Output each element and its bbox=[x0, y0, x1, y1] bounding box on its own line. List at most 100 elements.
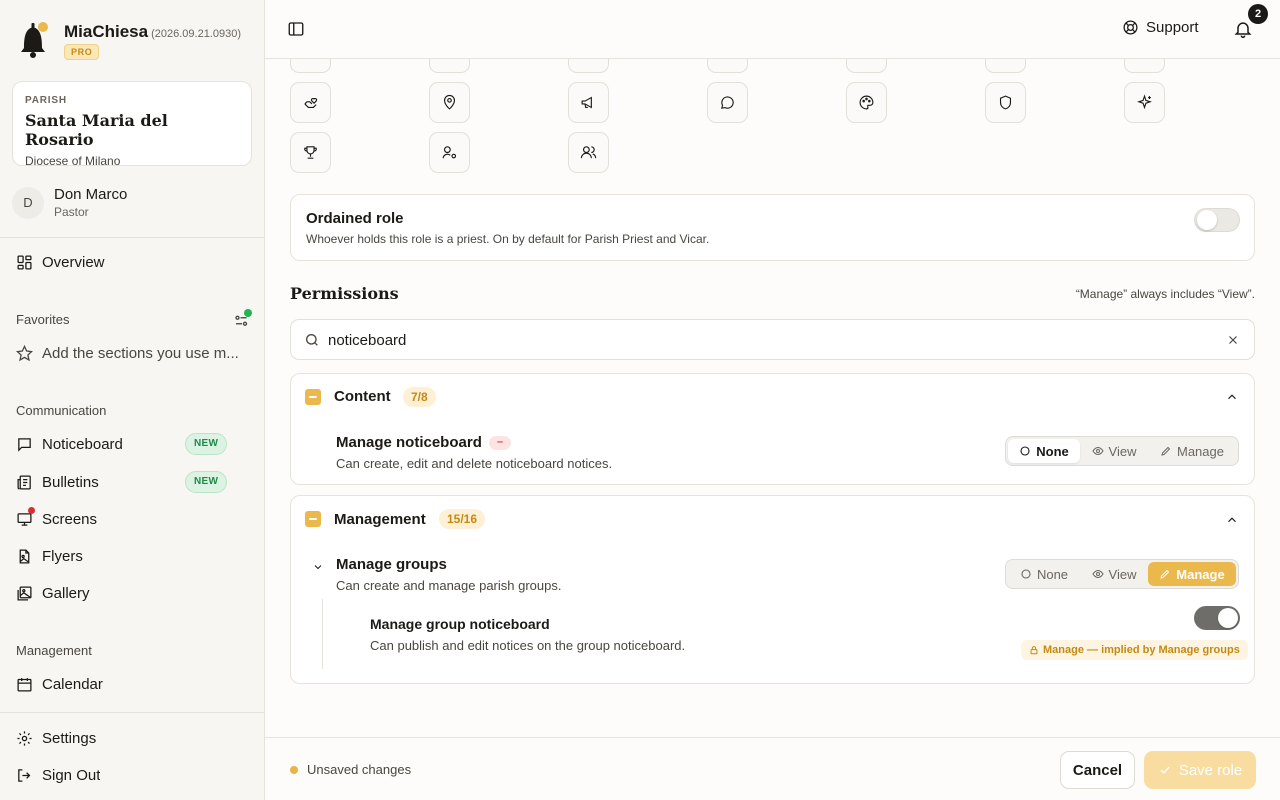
sub-permission-description: Can publish and edit notices on the grou… bbox=[370, 638, 686, 653]
icon-option-message-circle[interactable] bbox=[707, 82, 748, 123]
ordained-role-toggle[interactable] bbox=[1194, 208, 1240, 232]
icon-option[interactable] bbox=[707, 59, 748, 73]
map-pin-icon bbox=[443, 94, 456, 110]
icon-option[interactable] bbox=[429, 59, 470, 73]
toggle-knob bbox=[1197, 210, 1217, 230]
icon-option[interactable] bbox=[290, 59, 331, 73]
group-count: 7/8 bbox=[403, 387, 436, 407]
lock-icon bbox=[1030, 646, 1038, 655]
sidebar-item-flyers[interactable]: Flyers bbox=[16, 542, 248, 570]
level-none-button[interactable]: None bbox=[1008, 439, 1080, 463]
level-view-button[interactable]: View bbox=[1080, 439, 1148, 463]
permission-group-management: Management 15/16 Manage groups Can creat… bbox=[290, 495, 1255, 684]
save-role-button[interactable]: Save role bbox=[1144, 751, 1256, 789]
sidebar-item-settings[interactable]: Settings bbox=[16, 724, 248, 752]
level-none-button[interactable]: None bbox=[1008, 562, 1080, 586]
group-title: Management bbox=[334, 511, 426, 528]
icon-option-trophy[interactable] bbox=[290, 132, 331, 173]
user-name: Don Marco bbox=[54, 186, 128, 203]
icon-option-hand-heart[interactable] bbox=[290, 82, 331, 123]
level-manage-button[interactable]: Manage bbox=[1148, 439, 1236, 463]
parish-name: Santa Maria del Rosario bbox=[25, 111, 168, 149]
ordained-role-description: Whoever holds this role is a priest. On … bbox=[306, 232, 710, 246]
cancel-button[interactable]: Cancel bbox=[1060, 751, 1135, 789]
permission-description: Can create and manage parish groups. bbox=[336, 578, 562, 593]
parish-card[interactable]: PARISH Santa Maria del Rosario Diocese o… bbox=[12, 81, 252, 168]
level-view-button[interactable]: View bbox=[1080, 562, 1148, 586]
communication-heading: Communication bbox=[16, 403, 107, 418]
megaphone-icon bbox=[581, 96, 592, 109]
search-input[interactable] bbox=[328, 328, 1208, 352]
change-badge: – bbox=[489, 436, 511, 450]
sidebar-item-label: Calendar bbox=[42, 675, 103, 693]
pencil-icon bbox=[1161, 446, 1171, 456]
icon-option[interactable] bbox=[985, 59, 1026, 73]
icon-option-map-pin[interactable] bbox=[429, 82, 470, 123]
sidebar-item-screens[interactable]: Screens bbox=[16, 505, 248, 533]
eye-icon bbox=[1091, 446, 1104, 456]
user-role: Pastor bbox=[54, 205, 89, 219]
permission-group-content: Content 7/8 Manage noticeboard – Can cre… bbox=[290, 373, 1255, 485]
status-dot bbox=[244, 309, 252, 317]
level-manage-button[interactable]: Manage bbox=[1148, 562, 1236, 586]
icon-option-palette[interactable] bbox=[846, 82, 887, 123]
icon-option-megaphone[interactable] bbox=[568, 82, 609, 123]
sidebar-item-overview[interactable]: Overview bbox=[16, 248, 248, 276]
icon-option-sparkles[interactable] bbox=[1124, 82, 1165, 123]
sidebar-item-gallery[interactable]: Gallery bbox=[16, 579, 248, 607]
sidebar: MiaChiesa (2026.09.21.0930) PRO PARISH Sa… bbox=[0, 0, 265, 800]
icon-option-shield[interactable] bbox=[985, 82, 1026, 123]
ordained-role-title: Ordained role bbox=[306, 210, 404, 227]
icon-option[interactable] bbox=[568, 59, 609, 73]
sidebar-item-calendar[interactable]: Calendar bbox=[16, 670, 248, 698]
sidebar-item-label: Settings bbox=[42, 729, 97, 747]
sidebar-item-label: Overview bbox=[42, 253, 105, 271]
permission-description: Can create, edit and delete noticeboard … bbox=[336, 456, 613, 471]
ordained-role-card: Ordained role Whoever holds this role is… bbox=[290, 194, 1255, 261]
sidebar-item-label: Gallery bbox=[42, 584, 90, 602]
support-label: Support bbox=[1146, 19, 1199, 36]
permission-name: Manage groups bbox=[336, 556, 447, 573]
implied-badge: Manage — implied by Manage groups bbox=[1021, 640, 1248, 660]
close-icon[interactable] bbox=[1226, 333, 1240, 347]
app-version: (2026.09.21.0930) bbox=[151, 28, 242, 40]
circle-icon bbox=[1021, 569, 1031, 579]
sidebar-item-label: Flyers bbox=[42, 547, 83, 565]
chevron-up-icon[interactable] bbox=[1225, 390, 1239, 404]
favorites-placeholder[interactable]: Add the sections you use m... bbox=[16, 339, 248, 367]
group-count: 15/16 bbox=[439, 509, 486, 529]
life-buoy-icon bbox=[1123, 20, 1138, 35]
chevron-up-icon[interactable] bbox=[1225, 513, 1239, 527]
sidebar-item-sign-out[interactable]: Sign Out bbox=[16, 761, 248, 789]
toggle-knob bbox=[1218, 608, 1238, 628]
shield-icon bbox=[999, 95, 1012, 110]
chevron-down-icon[interactable] bbox=[312, 561, 324, 573]
brand[interactable]: MiaChiesa (2026.09.21.0930) PRO bbox=[14, 18, 241, 60]
action-bar: Unsaved changes Cancel Save role bbox=[265, 737, 1280, 800]
icon-option[interactable] bbox=[846, 59, 887, 73]
permissions-title: Permissions bbox=[290, 284, 399, 303]
user-profile[interactable]: D Don Marco Pastor bbox=[12, 186, 127, 219]
icon-option-users[interactable] bbox=[568, 132, 609, 173]
calendar-icon bbox=[17, 677, 32, 692]
bell-logo-icon bbox=[14, 18, 52, 60]
icon-option-user-cog[interactable] bbox=[429, 132, 470, 173]
bell-icon[interactable] bbox=[1233, 19, 1253, 39]
unsaved-status: Unsaved changes bbox=[307, 762, 412, 777]
sub-permission-name: Manage group noticeboard bbox=[370, 616, 550, 632]
icon-option[interactable] bbox=[1124, 59, 1165, 73]
sub-permission-toggle[interactable] bbox=[1194, 606, 1240, 630]
support-button[interactable]: Support bbox=[1122, 19, 1199, 36]
sidebar-item-label: Bulletins bbox=[42, 473, 99, 491]
group-partial-checkbox[interactable] bbox=[305, 511, 321, 527]
group-partial-checkbox[interactable] bbox=[305, 389, 321, 405]
pencil-icon bbox=[1160, 569, 1170, 579]
alert-dot bbox=[28, 507, 35, 514]
panel-left-icon[interactable] bbox=[287, 20, 305, 38]
gear-icon bbox=[17, 730, 32, 746]
unsaved-indicator-dot bbox=[290, 766, 298, 774]
permission-search bbox=[290, 319, 1255, 360]
edit-favorites-icon[interactable] bbox=[233, 309, 252, 329]
favorites-heading: Favorites bbox=[16, 312, 70, 327]
message-square-icon bbox=[18, 437, 31, 452]
